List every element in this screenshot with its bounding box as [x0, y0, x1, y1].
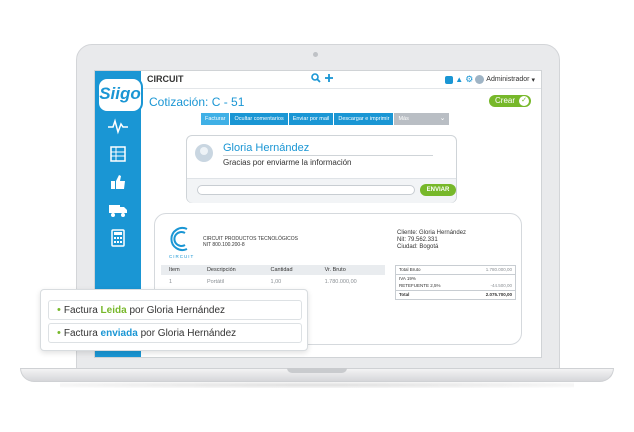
bullet-icon: •: [57, 304, 61, 316]
company-info: CIRCUIT PRODUCTOS TECNOLÓGICOS NIT 800.1…: [203, 236, 298, 248]
tab-enviar-mail[interactable]: Enviar por mail: [288, 113, 335, 125]
cell-descripcion: Portátil: [206, 279, 225, 285]
header-cantidad: Cantidad: [262, 265, 317, 275]
circuit-logo-icon: [169, 224, 189, 254]
total-row: IVA 19%: [396, 274, 515, 282]
chart-icon[interactable]: [107, 117, 129, 135]
total-label: RETEFUENTE 2,5%: [399, 283, 441, 288]
total-value: -44.500,00: [490, 283, 512, 288]
total-label: IVA 19%: [399, 276, 416, 281]
user-icon[interactable]: [475, 75, 485, 84]
tab-facturar[interactable]: Facturar: [201, 113, 231, 125]
total-label: Total: [399, 292, 410, 297]
total-row: Total 2.075.700,00: [396, 290, 515, 299]
total-row: RETEFUENTE 2,5% -44.500,00: [396, 282, 515, 290]
header-descripcion: Descripción: [198, 265, 263, 275]
client-name: Cliente: Gloria Hernández: [397, 230, 467, 236]
cell-cantidad: 1,00: [270, 279, 282, 285]
page-title: Cotización: C - 51: [149, 95, 245, 109]
chevron-down-icon: ⌄: [439, 115, 446, 122]
user-menu[interactable]: Administrador: [486, 76, 529, 83]
create-label: Crear: [495, 96, 516, 105]
comment-message: Gracias por enviarme la información: [223, 158, 352, 167]
tab-mas[interactable]: Más ⌄: [394, 113, 451, 125]
cell-item: 1: [169, 279, 173, 285]
comment-reply-bar: ENVIAR: [187, 178, 456, 203]
add-icon[interactable]: [324, 72, 334, 86]
search-icon[interactable]: [311, 72, 324, 86]
bullet-icon: •: [57, 327, 61, 339]
calculator-icon[interactable]: [107, 229, 129, 247]
laptop-mockup: Siigo CIRCUIT ▲ ⚙ Administrador ▾ Cotiza…: [0, 0, 634, 432]
tab-ocultar-comentarios[interactable]: Ocultar comentarios: [230, 113, 289, 125]
notification-panel: • Factura Leida por Gloria Hernández • Fac…: [40, 289, 308, 351]
client-info: Cliente: Gloria Hernández Nit: 79.562.33…: [397, 230, 466, 251]
company-name: CIRCUIT: [147, 74, 184, 84]
total-value: 1.780.000,00: [485, 267, 512, 272]
table-header: Item Descripción Cantidad Vr. Bruto: [161, 265, 385, 275]
send-button[interactable]: ENVIAR: [420, 184, 456, 196]
items-table: Item Descripción Cantidad Vr. Bruto 1 Po…: [161, 265, 385, 289]
notification-suffix: por Gloria Hernández: [137, 328, 237, 339]
header-item: Item: [161, 265, 199, 275]
divider: [223, 155, 433, 156]
ledger-icon[interactable]: [107, 145, 129, 163]
laptop-shadow: [60, 382, 574, 388]
total-label: Total Bruto: [399, 267, 421, 272]
totals-box: Total Bruto 1.780.000,00 IVA 19% RETEFUEN…: [395, 265, 516, 300]
header-vr-bruto: Vr. Bruto: [316, 265, 385, 275]
notification-prefix: Factura: [63, 328, 101, 339]
notification-sent: • Factura enviada por Gloria Hernández: [48, 323, 302, 343]
avatar: [195, 144, 213, 162]
comment-card: Gloria Hernández Gracias por enviarme la…: [186, 135, 457, 203]
cell-vr-bruto: 1.780.000,00: [324, 279, 357, 285]
thumbs-up-icon[interactable]: [107, 173, 129, 191]
tab-mas-label: Más: [398, 116, 409, 122]
chevron-down-icon[interactable]: ✓: [519, 96, 529, 106]
action-tabs: Facturar Ocultar comentarios Enviar por …: [201, 113, 451, 125]
comment-author: Gloria Hernández: [223, 142, 310, 154]
notification-prefix: Factura: [63, 305, 101, 316]
total-row: Total Bruto 1.780.000,00: [396, 266, 515, 274]
top-bar: CIRCUIT ▲ ⚙ Administrador ▾: [141, 71, 541, 89]
chevron-down-icon[interactable]: ▾: [531, 76, 535, 84]
tab-descargar-imprimir[interactable]: Descargar e imprimir: [334, 113, 395, 125]
bell-icon[interactable]: ▲: [455, 75, 463, 84]
table-row: 1 Portátil 1,00 1.780.000,00: [161, 275, 385, 289]
notification-suffix: por Gloria Hernández: [126, 305, 226, 316]
logo-text: CIRCUIT: [169, 254, 195, 259]
top-actions: [311, 72, 334, 86]
camera: [313, 52, 318, 57]
notification-status: Leida: [100, 305, 127, 316]
calendar-icon[interactable]: [445, 75, 454, 84]
client-city: Ciudad: Bogotá: [397, 244, 439, 250]
siigo-logo[interactable]: Siigo: [97, 77, 143, 113]
create-button[interactable]: Crear ✓: [489, 95, 531, 107]
laptop-notch: [287, 368, 347, 373]
company-nit: NIT 800.100.200-8: [203, 242, 245, 248]
gear-icon[interactable]: ⚙: [465, 74, 473, 85]
notification-read: • Factura Leida por Gloria Hernández: [48, 300, 302, 320]
truck-icon[interactable]: [107, 201, 129, 219]
client-nit: Nit: 79.562.331: [397, 237, 438, 243]
comment-input[interactable]: [197, 185, 415, 195]
notification-status: enviada: [100, 328, 138, 339]
user-bar: ▲ ⚙ Administrador ▾: [445, 74, 535, 85]
total-value: 2.075.700,00: [485, 292, 512, 297]
